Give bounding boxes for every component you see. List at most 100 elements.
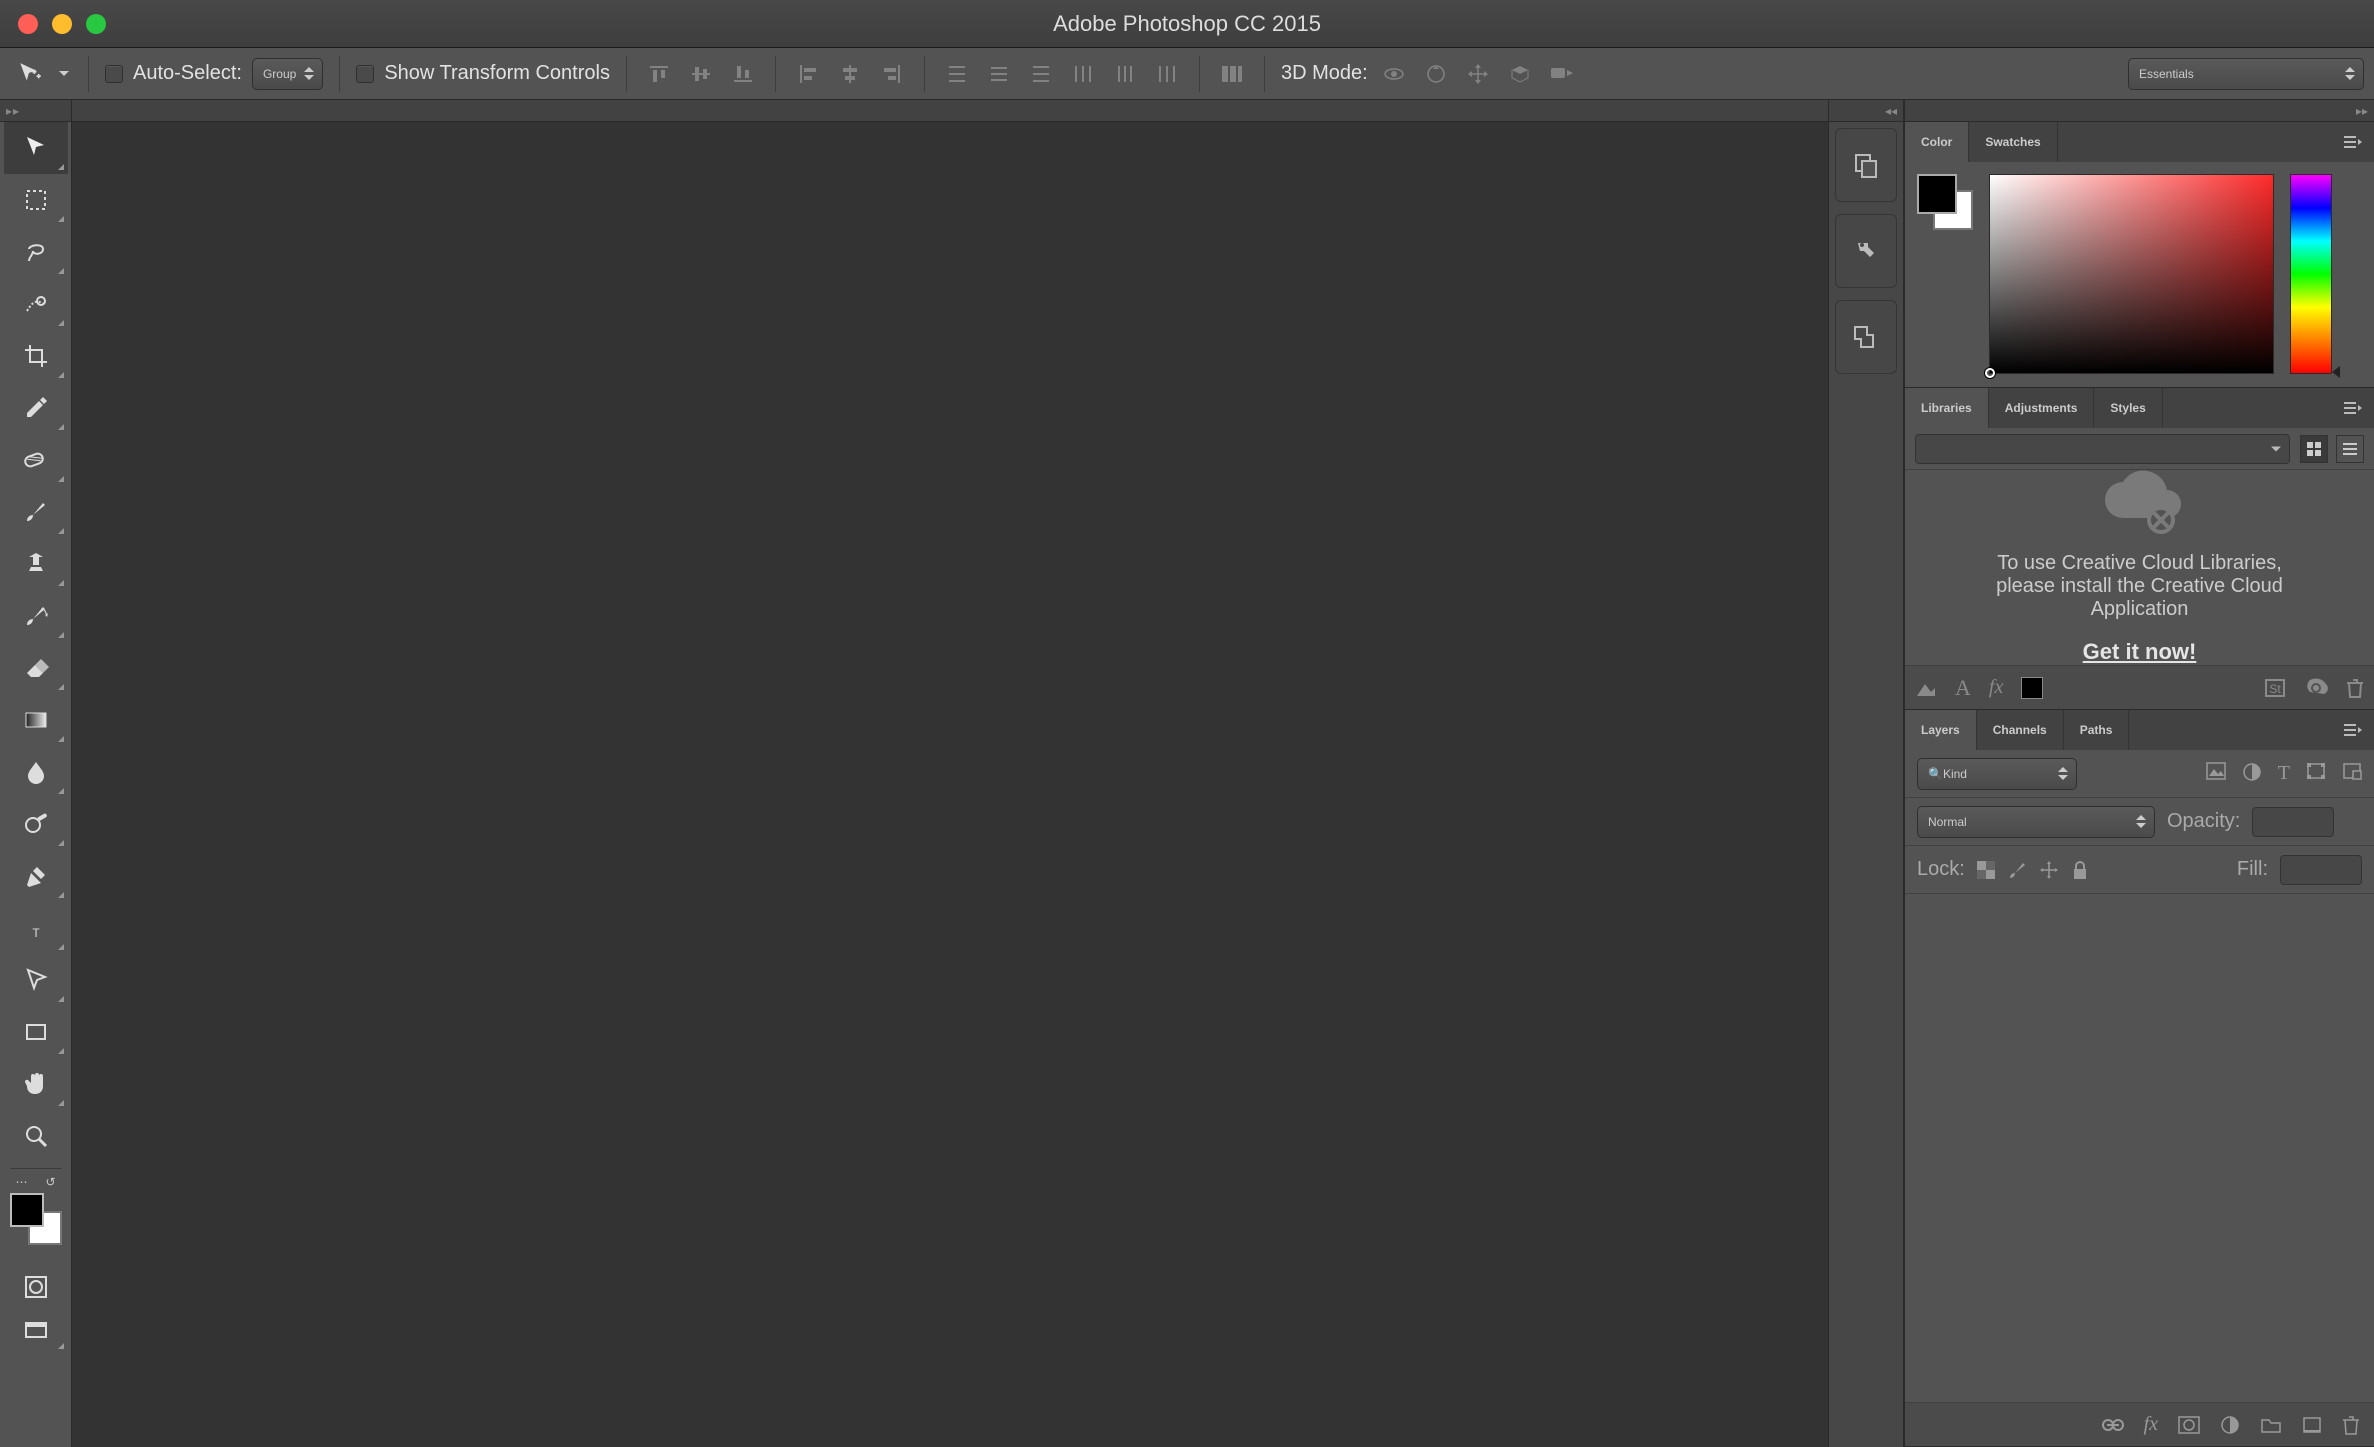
foreground-background-swatches[interactable] [10,1193,62,1245]
history-panel-icon[interactable] [1836,129,1896,201]
eraser-tool[interactable] [4,642,68,694]
color-panel-foreground-background[interactable] [1917,174,1973,230]
add-character-style-icon[interactable]: A [1955,675,1971,701]
color-panel-menu-icon[interactable] [2338,122,2368,162]
panels-collapse-grip[interactable]: ▸▸ [2356,104,2368,118]
active-tool-icon[interactable] [14,58,46,90]
spot-healing-brush-tool[interactable] [4,434,68,486]
library-grid-view-icon[interactable] [2300,435,2328,463]
auto-select-checkbox[interactable] [105,65,123,83]
tab-styles[interactable]: Styles [2094,388,2162,428]
lock-image-icon[interactable] [2007,860,2027,880]
blend-mode-select[interactable]: Normal [1917,806,2155,838]
rectangular-marquee-tool[interactable] [4,174,68,226]
horizontal-type-tool[interactable]: T [4,902,68,954]
foreground-color-swatch[interactable] [10,1193,44,1227]
quick-selection-tool[interactable] [4,278,68,330]
add-color-swatch[interactable] [2021,677,2043,699]
crop-tool[interactable] [4,330,68,382]
add-graphic-icon[interactable] [1915,678,1937,698]
3d-slide-icon[interactable] [1504,58,1536,90]
path-selection-tool[interactable] [4,954,68,1006]
filter-adjustment-layers-icon[interactable] [2242,762,2262,785]
distribute-top-icon[interactable] [941,58,973,90]
add-layer-style-icon[interactable]: fx [1989,676,2003,699]
document-tab-bar[interactable] [72,100,1828,122]
auto-align-icon[interactable] [1216,58,1248,90]
distribute-bottom-icon[interactable] [1025,58,1057,90]
color-hue-slider[interactable] [2290,174,2332,374]
tab-libraries[interactable]: Libraries [1905,388,1989,428]
distribute-left-icon[interactable] [1067,58,1099,90]
libraries-trash-icon[interactable] [2346,678,2364,698]
layers-list-area[interactable] [1905,894,2374,1402]
3d-pan-icon[interactable] [1462,58,1494,90]
layer-filter-type-select[interactable]: 🔍 Kind [1917,758,2077,790]
tab-swatches[interactable]: Swatches [1969,122,2057,162]
dock-collapse-grip[interactable]: ◂◂ [1885,104,1897,118]
screen-mode[interactable] [4,1309,68,1353]
align-right-edges-icon[interactable] [876,58,908,90]
pen-tool[interactable] [4,850,68,902]
libraries-get-it-now-link[interactable]: Get it now! [2083,639,2197,665]
brush-tool[interactable] [4,486,68,538]
library-select[interactable] [1915,434,2290,464]
filter-type-layers-icon[interactable]: T [2278,762,2290,785]
eyedropper-tool[interactable] [4,382,68,434]
dodge-tool[interactable] [4,798,68,850]
distribute-vcenter-icon[interactable] [983,58,1015,90]
auto-select-mode-select[interactable]: Group [252,58,323,90]
tool-preset-dropdown[interactable] [56,58,72,90]
lock-position-icon[interactable] [2039,860,2059,880]
align-bottom-edges-icon[interactable] [727,58,759,90]
3d-roll-icon[interactable] [1420,58,1452,90]
new-adjustment-layer-icon[interactable] [2220,1415,2240,1435]
layers-panel-menu-icon[interactable] [2338,710,2368,750]
tab-adjustments[interactable]: Adjustments [1989,388,2095,428]
edit-toolbar-icon[interactable]: ⋯ [15,1175,27,1189]
libraries-sync-icon[interactable] [2304,678,2328,698]
tab-paths[interactable]: Paths [2064,710,2130,750]
lock-all-icon[interactable] [2071,860,2089,880]
info-panel-icon[interactable] [1836,301,1896,373]
tab-color[interactable]: Color [1905,122,1969,162]
libraries-panel-menu-icon[interactable] [2338,388,2368,428]
layer-style-icon[interactable]: fx [2144,1413,2158,1436]
properties-panel-icon[interactable] [1836,215,1896,287]
fill-input[interactable] [2280,855,2362,885]
libraries-stock-icon[interactable]: St [2264,678,2286,698]
workspace-switcher[interactable]: Essentials [2128,58,2364,90]
color-saturation-value-picker[interactable] [1989,174,2274,374]
align-top-edges-icon[interactable] [643,58,675,90]
swap-colors-icon[interactable]: ↺ [45,1175,55,1189]
lock-transparency-icon[interactable] [1977,861,1995,879]
history-brush-tool[interactable] [4,590,68,642]
delete-layer-icon[interactable] [2342,1415,2360,1435]
zoom-tool[interactable] [4,1110,68,1162]
clone-stamp-tool[interactable] [4,538,68,590]
new-layer-icon[interactable] [2302,1416,2322,1434]
layer-mask-icon[interactable] [2178,1416,2200,1434]
opacity-input[interactable] [2252,807,2334,837]
link-layers-icon[interactable] [2102,1418,2124,1432]
quick-mask-mode[interactable] [4,1265,68,1309]
align-vertical-centers-icon[interactable] [685,58,717,90]
distribute-hcenter-icon[interactable] [1109,58,1141,90]
new-group-icon[interactable] [2260,1416,2282,1434]
rectangle-tool[interactable] [4,1006,68,1058]
blur-tool[interactable] [4,746,68,798]
hand-tool[interactable] [4,1058,68,1110]
distribute-right-icon[interactable] [1151,58,1183,90]
align-left-edges-icon[interactable] [792,58,824,90]
filter-smart-objects-icon[interactable] [2342,762,2362,785]
tools-panel-grip[interactable]: ▸▸ [0,100,71,122]
3d-scale-icon[interactable] [1546,58,1578,90]
align-horizontal-centers-icon[interactable] [834,58,866,90]
library-list-view-icon[interactable] [2336,435,2364,463]
move-tool[interactable] [4,122,68,174]
tab-channels[interactable]: Channels [1977,710,2064,750]
3d-rotate-icon[interactable] [1378,58,1410,90]
tab-layers[interactable]: Layers [1905,710,1977,750]
filter-pixel-layers-icon[interactable] [2206,762,2226,785]
gradient-tool[interactable] [4,694,68,746]
